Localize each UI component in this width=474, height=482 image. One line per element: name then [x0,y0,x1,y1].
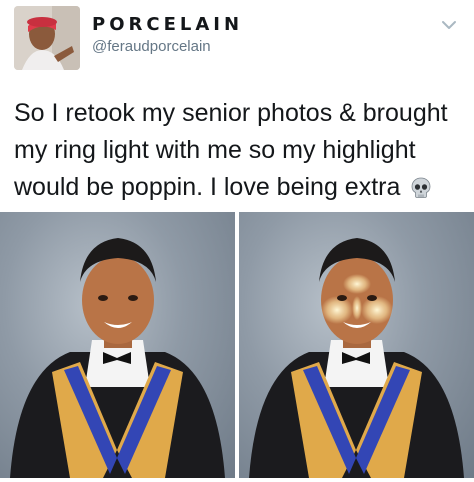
user-handle[interactable]: @feraudporcelain [92,38,211,55]
tweet-text: So I retook my senior photos & brought m… [14,95,466,211]
tweet-card: PORCELAIN @feraudporcelain So I retook m… [0,0,474,482]
tweet-text-line: So I retook my senior photos & brought [14,99,448,127]
tweet-text-line-last: would be poppin. I love being extra [14,169,466,211]
skull-emoji [409,174,433,211]
tweet-text-line: my ring light with me so my highlight [14,136,416,164]
senior-photo-original[interactable] [0,212,235,478]
tweet-text-line-content: would be poppin. I love being extra [14,173,401,201]
display-name[interactable]: PORCELAIN [92,14,243,35]
tweet-media[interactable] [0,212,474,482]
avatar[interactable] [14,6,80,70]
chevron-down-icon[interactable] [440,16,458,34]
senior-photo-ring-light[interactable] [239,212,474,478]
